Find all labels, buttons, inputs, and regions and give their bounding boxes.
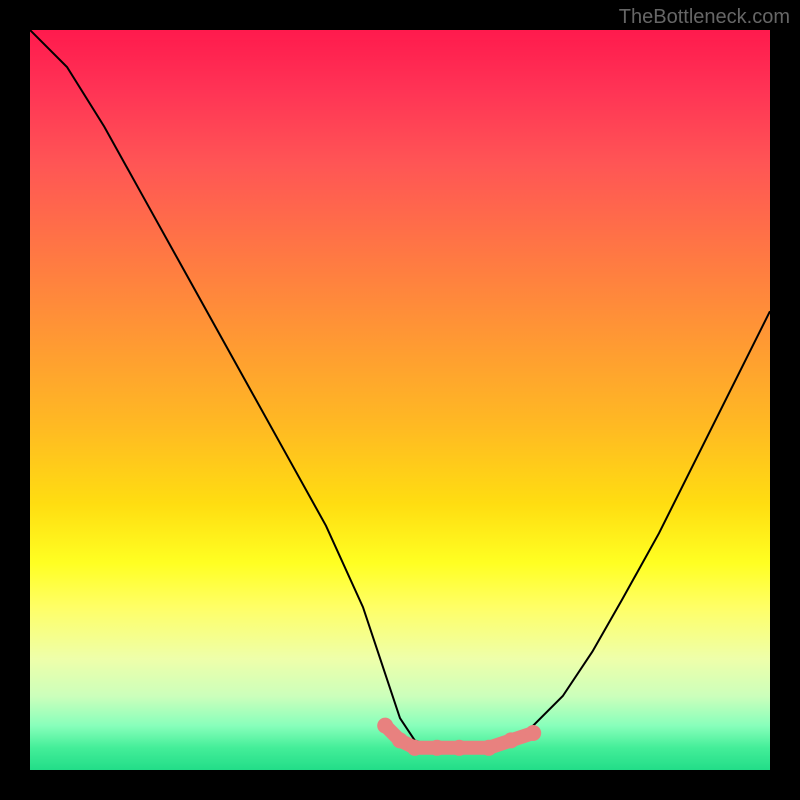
chart-svg [30, 30, 770, 770]
highlight-marker [407, 740, 423, 756]
highlight-marker [503, 732, 519, 748]
plot-area [30, 30, 770, 770]
highlight-marker [525, 725, 541, 741]
highlight-marker [429, 740, 445, 756]
highlight-markers [377, 718, 541, 756]
bottleneck-curve-line [30, 30, 770, 748]
highlight-marker [451, 740, 467, 756]
highlight-marker [481, 740, 497, 756]
highlight-marker [392, 732, 408, 748]
highlight-marker [377, 718, 393, 734]
watermark-text: TheBottleneck.com [619, 6, 790, 29]
